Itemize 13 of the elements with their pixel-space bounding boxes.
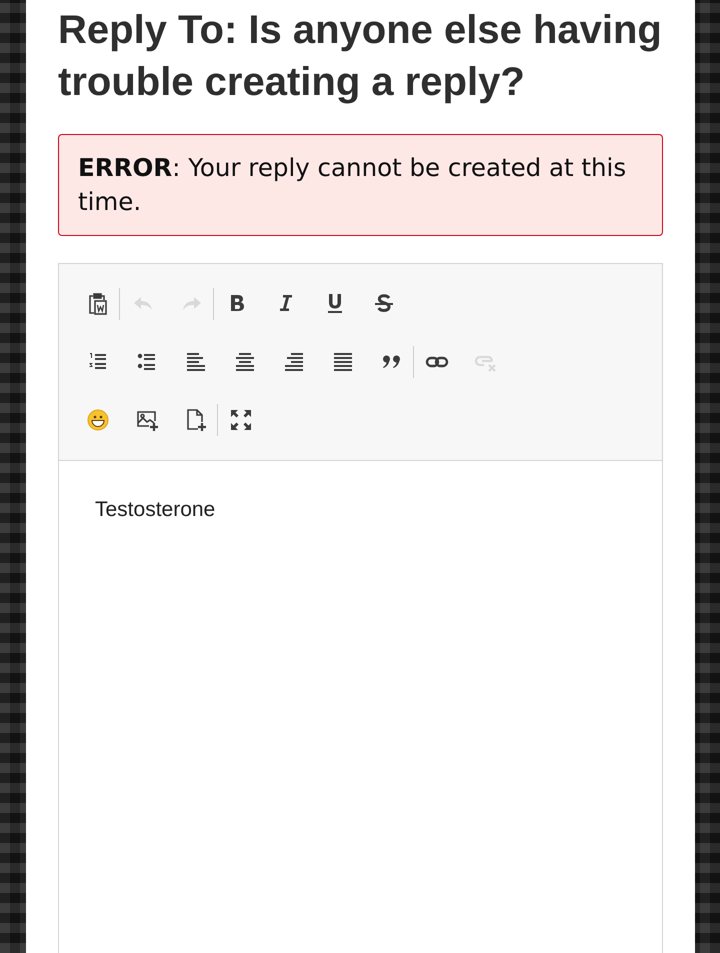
align-center-icon bbox=[233, 350, 257, 374]
error-message: ERROR: Your reply cannot be created at this time. bbox=[58, 134, 663, 236]
paste-icon bbox=[86, 292, 110, 316]
justify-icon bbox=[331, 350, 355, 374]
image-add-icon bbox=[135, 408, 159, 432]
page-title: Reply To: Is anyone else having trouble creating a reply? bbox=[58, 7, 663, 106]
file-add-icon bbox=[184, 408, 208, 432]
smiley-icon bbox=[86, 408, 110, 432]
editor-text: Testosterone bbox=[95, 498, 216, 522]
align-right-icon bbox=[282, 350, 306, 374]
align-left-icon bbox=[184, 350, 208, 374]
editor-text-area[interactable]: Testosterone bbox=[59, 461, 662, 953]
fullscreen-icon bbox=[229, 408, 253, 432]
